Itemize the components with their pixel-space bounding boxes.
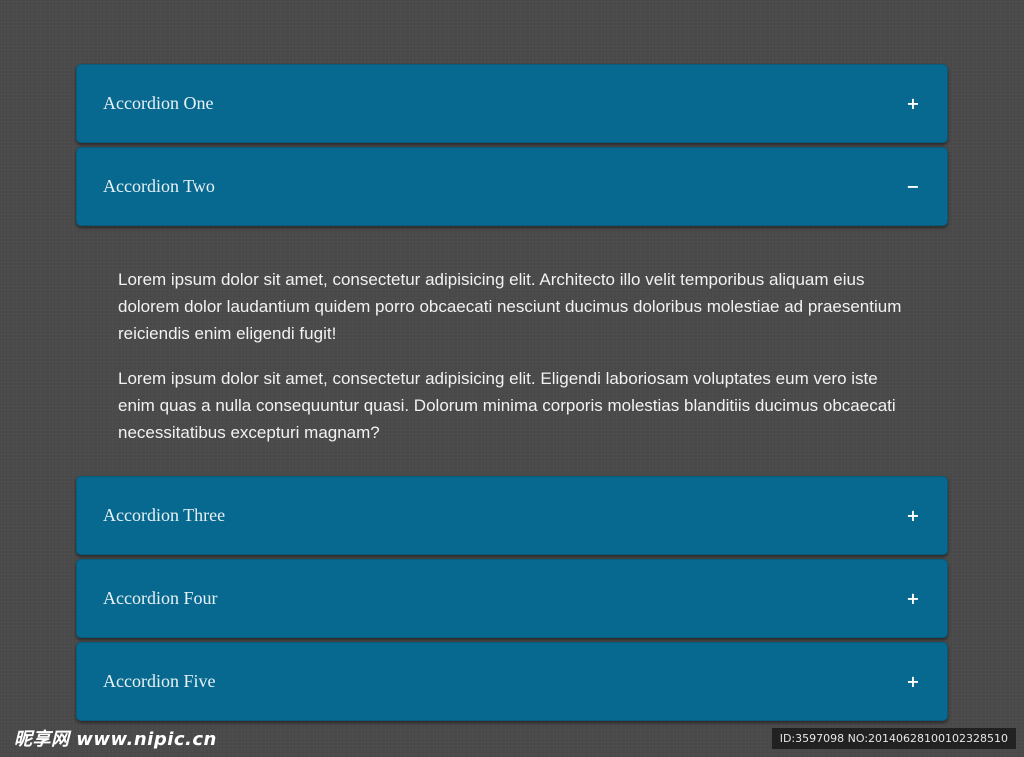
accordion-header-three[interactable]: Accordion Three + — [76, 476, 948, 555]
accordion-header-five[interactable]: Accordion Five + — [76, 642, 948, 721]
plus-icon[interactable]: + — [905, 506, 921, 525]
accordion-title: Accordion Two — [103, 176, 215, 196]
plus-icon[interactable]: + — [905, 672, 921, 691]
minus-icon[interactable]: − — [905, 177, 921, 196]
accordion-header-one[interactable]: Accordion One + — [76, 64, 948, 143]
accordion-header-four[interactable]: Accordion Four + — [76, 559, 948, 638]
accordion: Accordion One + Accordion Two − Lorem ip… — [76, 64, 948, 725]
watermark-site-logo: 昵享网 www.nipic.cn — [14, 729, 217, 750]
panel-paragraph: Lorem ipsum dolor sit amet, consectetur … — [118, 270, 902, 343]
plus-icon[interactable]: + — [905, 94, 921, 113]
plus-icon[interactable]: + — [905, 589, 921, 608]
accordion-panel-two: Lorem ipsum dolor sit amet, consectetur … — [76, 230, 948, 476]
accordion-title: Accordion Five — [103, 671, 216, 691]
accordion-title: Accordion One — [103, 93, 214, 113]
watermark-id-label: ID:3597098 NO:20140628100102328510 — [771, 728, 1016, 749]
accordion-title: Accordion Three — [103, 505, 226, 525]
accordion-title: Accordion Four — [103, 588, 218, 608]
accordion-header-two[interactable]: Accordion Two − — [76, 147, 948, 226]
panel-paragraph: Lorem ipsum dolor sit amet, consectetur … — [118, 369, 896, 442]
